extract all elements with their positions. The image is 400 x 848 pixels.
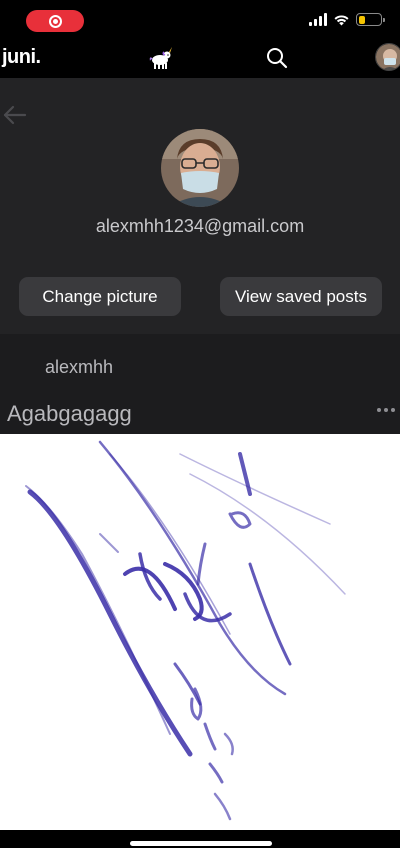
status-bar (0, 0, 400, 40)
home-indicator[interactable] (130, 841, 272, 846)
bottom-bar (0, 830, 400, 848)
unicorn-icon[interactable] (148, 46, 174, 70)
profile-header: alexmhh1234@gmail.com Change picture Vie… (0, 78, 400, 334)
arrow-left-icon[interactable] (2, 104, 28, 126)
profile-email: alexmhh1234@gmail.com (95, 216, 305, 236)
search-icon[interactable] (265, 46, 289, 70)
post-header: alexmhh Agabgagagg (0, 334, 400, 434)
handwriting-drawing (25, 440, 346, 821)
battery-icon (356, 13, 385, 26)
view-saved-posts-button[interactable]: View saved posts (220, 277, 382, 316)
brand-name[interactable]: juni. (2, 46, 41, 69)
battery-level (358, 15, 365, 24)
profile-avatar[interactable] (161, 129, 239, 207)
wifi-icon (334, 15, 349, 26)
screen-recording-indicator[interactable] (26, 10, 84, 32)
post-image[interactable] (0, 434, 400, 830)
post-username[interactable]: alexmhh (45, 357, 113, 378)
change-picture-button[interactable]: Change picture (19, 277, 181, 316)
more-horizontal-icon[interactable] (377, 408, 395, 412)
status-icons (309, 13, 385, 26)
top-nav-bar: juni. (0, 40, 400, 78)
avatar[interactable] (375, 43, 400, 71)
cellular-signal-icon (309, 13, 327, 26)
post-title: Agabgagagg (7, 401, 132, 426)
screen-recording-icon (48, 14, 62, 28)
